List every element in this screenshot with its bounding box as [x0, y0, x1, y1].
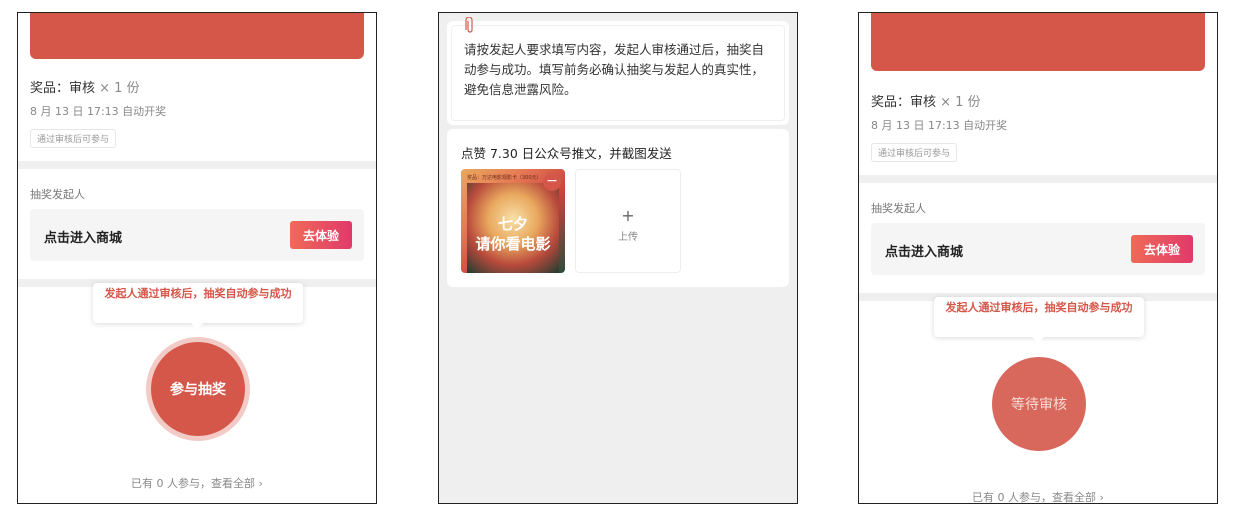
plus-icon: + [621, 206, 635, 225]
waiting-review-button[interactable]: 等待审核 [992, 357, 1086, 451]
draw-time: 8 月 13 日 17:13 自动开奖 [30, 105, 167, 118]
screen-pending-review: 奖品：审核 × 1 份 8 月 13 日 17:13 自动开奖 通过审核后可参与… [858, 12, 1218, 504]
notice-text: 请按发起人要求填写内容，发起人审核通过后，抽奖自动参与成功。填写前务必确认抽奖与… [451, 25, 785, 121]
join-button-ring: 参与抽奖 [146, 337, 250, 441]
delete-icon[interactable]: − [543, 173, 561, 191]
try-button[interactable]: 去体验 [290, 221, 352, 249]
try-button[interactable]: 去体验 [1131, 235, 1193, 263]
prize-info: 奖品：审核 × 1 份 [871, 91, 981, 110]
prize-label: 奖品：审核 [30, 81, 96, 96]
uploaded-screenshot[interactable]: 奖品：万达电影观影卡（300元） 七夕 请你看电影 − [461, 169, 565, 273]
divider [18, 161, 376, 169]
poster-caption: 奖品：万达电影观影卡（300元） [467, 175, 542, 181]
participants-link[interactable]: 已有 0 人参与，查看全部 › [859, 489, 1217, 503]
organizer-title: 抽奖发起人 [871, 202, 926, 215]
organizer-title: 抽奖发起人 [30, 188, 85, 201]
task-card: 点赞 7.30 日公众号推文，并截图发送 奖品：万达电影观影卡（300元） 七夕… [447, 129, 789, 287]
screen-join-lottery: 奖品：审核 × 1 份 8 月 13 日 17:13 自动开奖 通过审核后可参与… [17, 12, 377, 504]
status-tooltip: 发起人通过审核后，抽奖自动参与成功 [93, 283, 303, 329]
status-tooltip: 发起人通过审核后，抽奖自动参与成功 [934, 297, 1144, 343]
participants-link[interactable]: 已有 0 人参与，查看全部 › [18, 475, 376, 491]
prize-banner [871, 13, 1205, 71]
requirement-tag: 通过审核后可参与 [871, 143, 958, 162]
prize-label: 奖品：审核 [871, 95, 937, 110]
mall-label: 点击进入商城 [44, 231, 123, 246]
poster-title-line2: 请你看电影 [475, 235, 551, 253]
prize-banner [30, 13, 364, 59]
task-title: 点赞 7.30 日公众号推文，并截图发送 [461, 146, 672, 161]
draw-time: 8 月 13 日 17:13 自动开奖 [871, 119, 1008, 132]
join-lottery-button[interactable]: 参与抽奖 [151, 342, 245, 436]
requirement-tag: 通过审核后可参与 [30, 129, 117, 148]
paperclip-icon [465, 17, 473, 33]
prize-quantity: × 1 份 [99, 81, 140, 96]
upload-button[interactable]: + 上传 [575, 169, 681, 273]
divider [859, 175, 1217, 183]
notice-card: 请按发起人要求填写内容，发起人审核通过后，抽奖自动参与成功。填写前务必确认抽奖与… [447, 21, 789, 125]
screen-task-form: 请按发起人要求填写内容，发起人审核通过后，抽奖自动参与成功。填写前务必确认抽奖与… [438, 12, 798, 504]
mall-card[interactable]: 点击进入商城 去体验 [30, 209, 364, 261]
prize-info: 奖品：审核 × 1 份 [30, 77, 140, 96]
prize-quantity: × 1 份 [940, 95, 981, 110]
mall-card[interactable]: 点击进入商城 去体验 [871, 223, 1205, 275]
poster-title-line1: 七夕 [497, 215, 528, 233]
upload-label: 上传 [618, 232, 638, 243]
mall-label: 点击进入商城 [885, 245, 964, 260]
